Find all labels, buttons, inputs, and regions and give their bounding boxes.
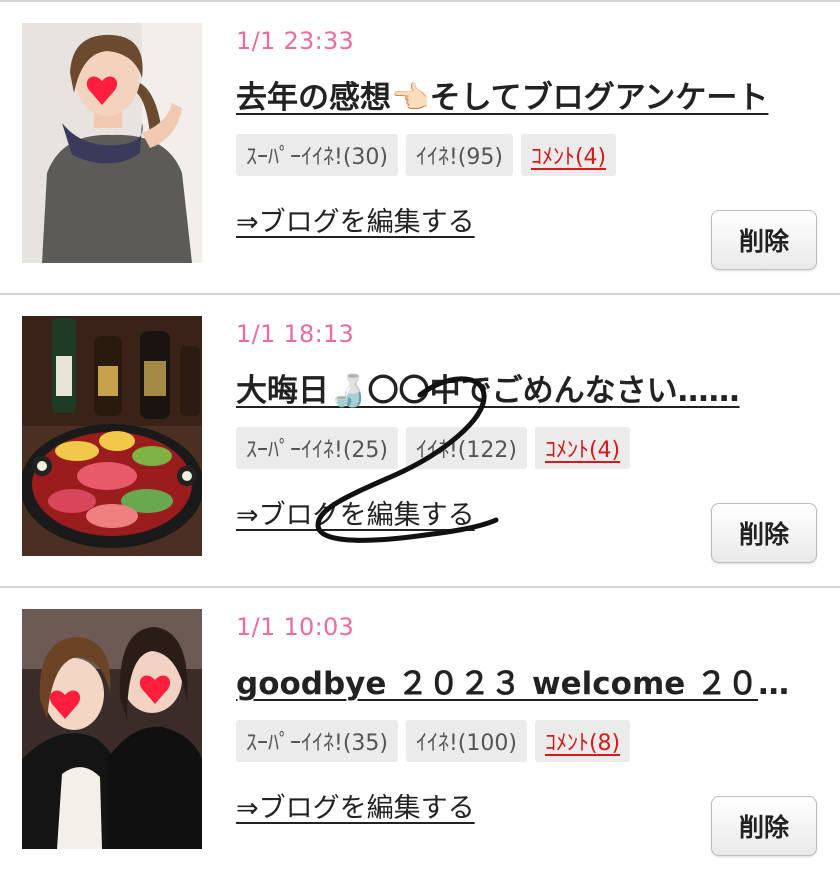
like-badge[interactable]: ｲｲﾈ!(122) bbox=[405, 427, 527, 469]
woman-selfie-photo-icon bbox=[22, 23, 202, 263]
sushi-platter-photo-icon bbox=[22, 316, 202, 556]
two-women-thumbnail[interactable] bbox=[22, 609, 202, 849]
entry-date: 1/1 10:03 bbox=[236, 613, 355, 641]
edit-blog-link[interactable]: ⇒ブログを編集する bbox=[236, 786, 475, 825]
blog-entry-2: 1/1 18:13 大晦日🍶〇〇中でごめんなさい…… ｽｰﾊﾟｰｲｲﾈ!(25)… bbox=[0, 293, 840, 586]
entry-title-link[interactable]: goodbye ２０２３ welcome ２０２４ bbox=[236, 658, 820, 703]
reaction-badges: ｽｰﾊﾟｰｲｲﾈ!(30) ｲｲﾈ!(95) ｺﾒﾝﾄ(4) bbox=[236, 134, 617, 176]
like-badge[interactable]: ｲｲﾈ!(95) bbox=[405, 134, 513, 176]
entry-date: 1/1 23:33 bbox=[236, 27, 355, 55]
entry-divider bbox=[0, 0, 840, 2]
comment-link[interactable]: ｺﾒﾝﾄ(4) bbox=[534, 427, 631, 469]
delete-button[interactable]: 削除 bbox=[711, 503, 817, 563]
edit-blog-link[interactable]: ⇒ブログを編集する bbox=[236, 200, 475, 239]
entry-date: 1/1 18:13 bbox=[236, 320, 355, 348]
woman-selfie-thumbnail[interactable] bbox=[22, 23, 202, 263]
super-like-badge[interactable]: ｽｰﾊﾟｰｲｲﾈ!(25) bbox=[236, 427, 398, 469]
comment-link[interactable]: ｺﾒﾝﾄ(4) bbox=[520, 134, 617, 176]
like-badge[interactable]: ｲｲﾈ!(100) bbox=[405, 720, 527, 762]
reaction-badges: ｽｰﾊﾟｰｲｲﾈ!(25) ｲｲﾈ!(122) ｺﾒﾝﾄ(4) bbox=[236, 427, 631, 469]
entry-divider bbox=[0, 586, 840, 588]
super-like-badge[interactable]: ｽｰﾊﾟｰｲｲﾈ!(30) bbox=[236, 134, 398, 176]
reaction-badges: ｽｰﾊﾟｰｲｲﾈ!(35) ｲｲﾈ!(100) ｺﾒﾝﾄ(8) bbox=[236, 720, 631, 762]
sushi-platter-thumbnail[interactable] bbox=[22, 316, 202, 556]
edit-blog-link[interactable]: ⇒ブログを編集する bbox=[236, 493, 475, 532]
super-like-badge[interactable]: ｽｰﾊﾟｰｲｲﾈ!(35) bbox=[236, 720, 398, 762]
blog-entry-3: 1/1 10:03 goodbye ２０２３ welcome ２０２４ ｽｰﾊﾟ… bbox=[0, 586, 840, 876]
delete-button[interactable]: 削除 bbox=[711, 210, 817, 270]
blog-entry-1: 1/1 23:33 去年の感想👈🏻そしてブログアンケート ｽｰﾊﾟｰｲｲﾈ!(3… bbox=[0, 0, 840, 293]
entry-title-link[interactable]: 去年の感想👈🏻そしてブログアンケート bbox=[236, 72, 820, 117]
entry-divider bbox=[0, 293, 840, 295]
comment-link[interactable]: ｺﾒﾝﾄ(8) bbox=[534, 720, 631, 762]
two-women-photo-icon bbox=[22, 609, 202, 849]
delete-button[interactable]: 削除 bbox=[711, 796, 817, 856]
entry-title-link[interactable]: 大晦日🍶〇〇中でごめんなさい…… bbox=[236, 365, 820, 410]
